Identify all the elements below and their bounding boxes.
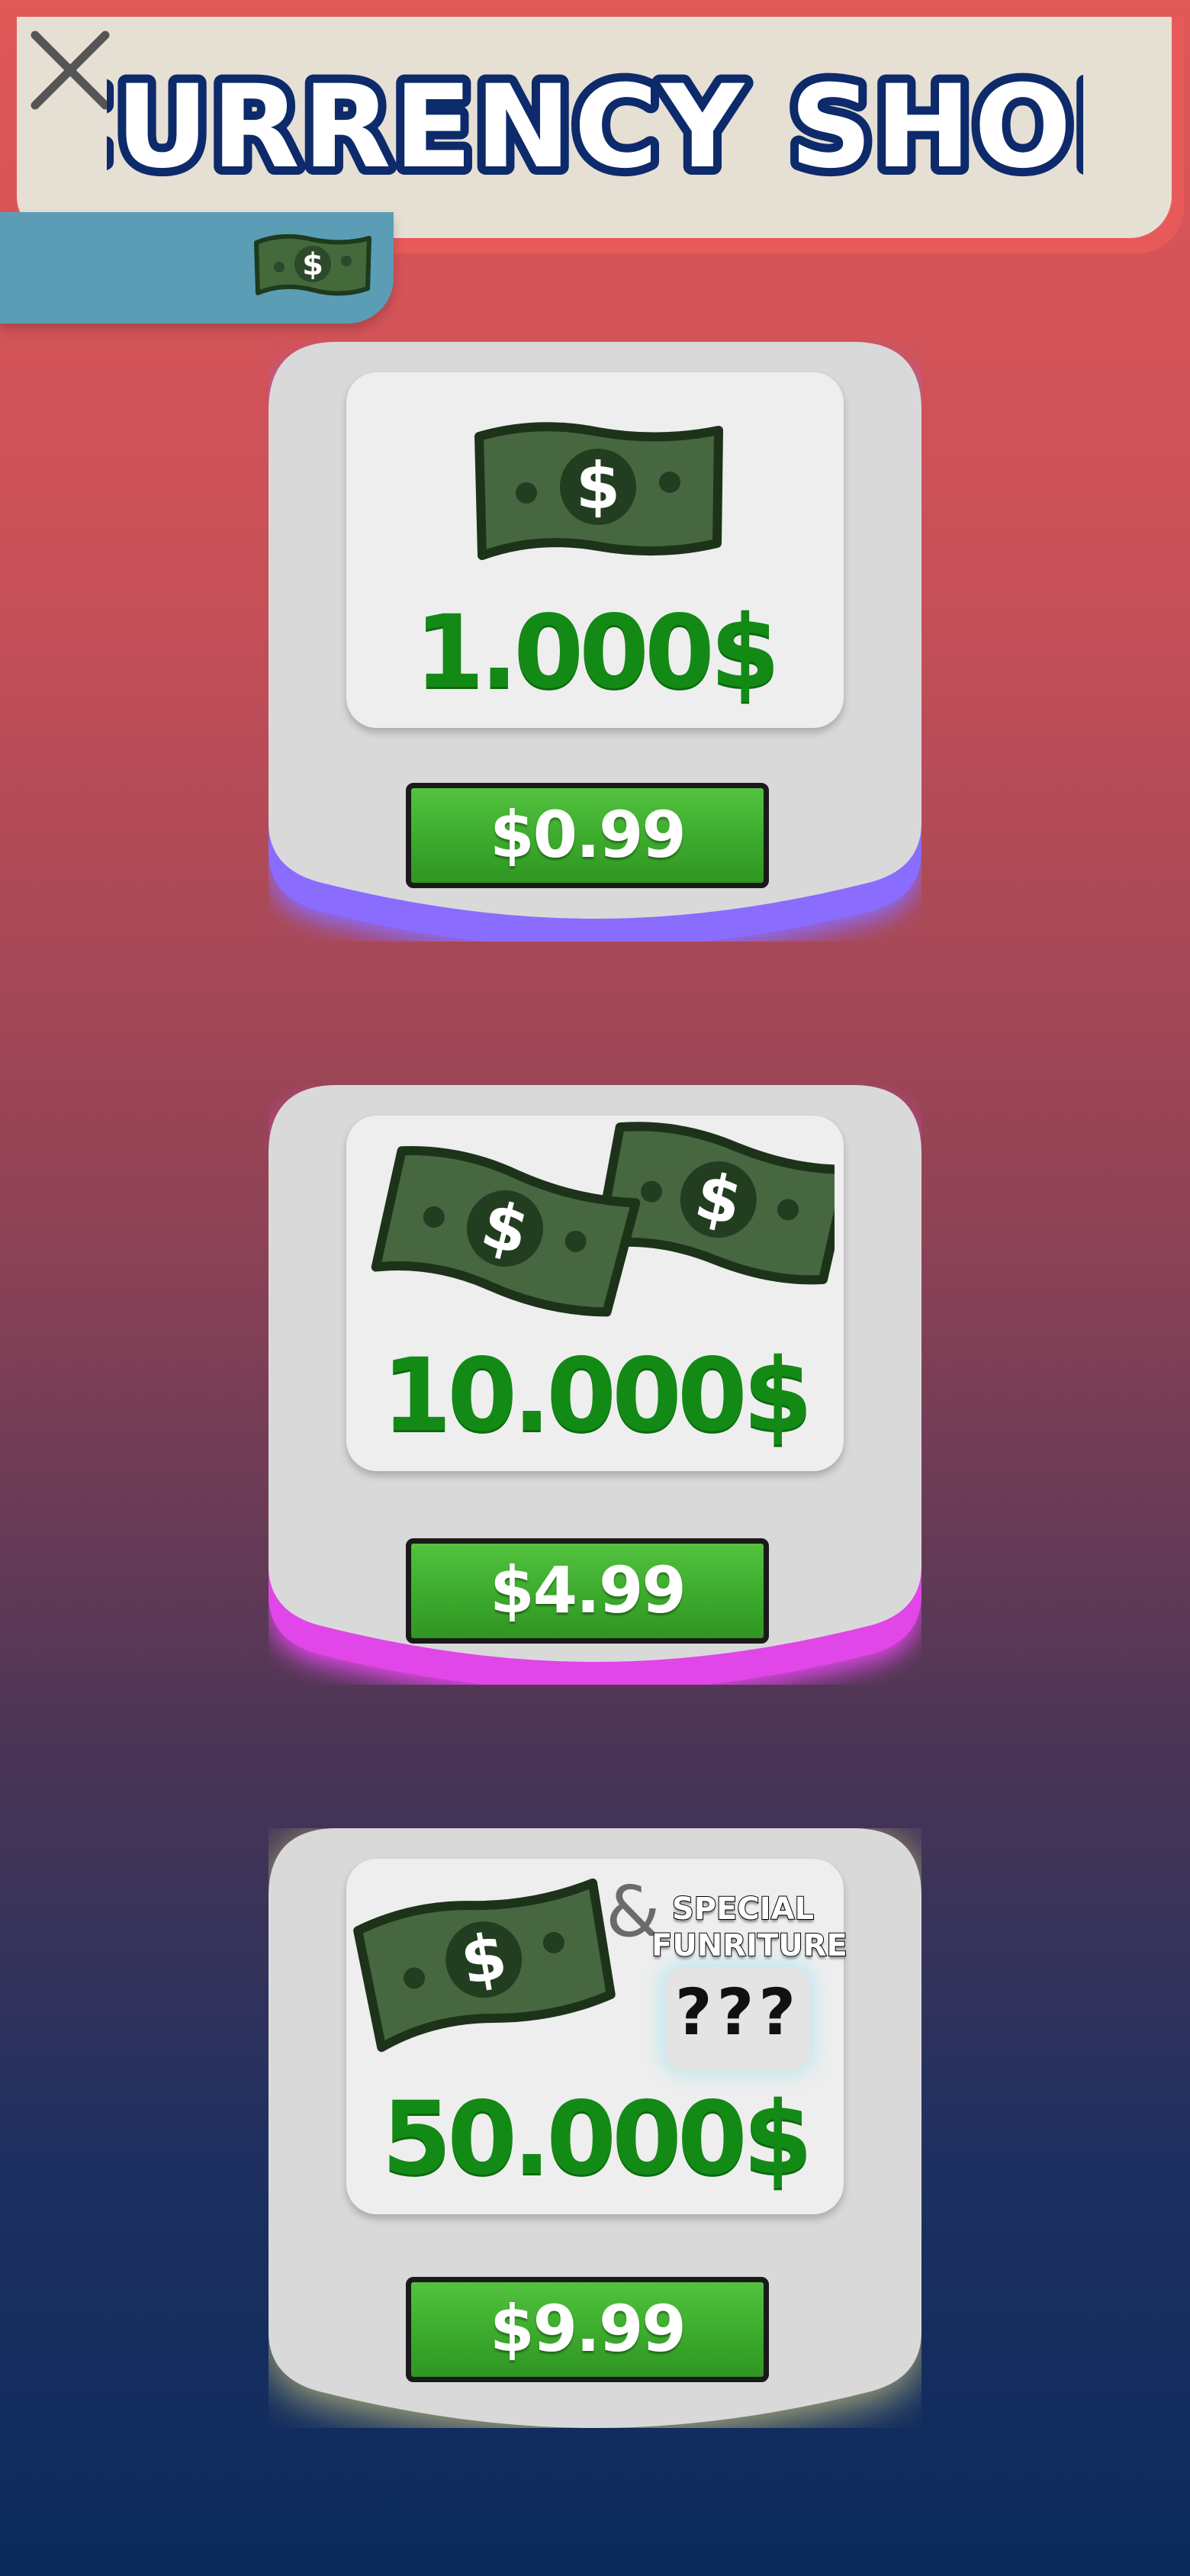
offer-card-1-panel: $ 1.000$ [346, 372, 844, 728]
page-title-text: CURRENCY SHOP [107, 61, 1083, 189]
buy-button-2[interactable]: $4.99 [406, 1538, 769, 1644]
offer-card-2-panel: $ $ 10.000$ [346, 1116, 844, 1471]
page-title: CURRENCY SHOP [107, 60, 1083, 189]
offer-card-1: $ 1.000$ $0.99 [269, 342, 921, 942]
bonus-label-line1: SPECIAL [671, 1891, 815, 1927]
close-icon[interactable] [27, 27, 113, 113]
offer-amount: 1.000$ [414, 594, 780, 711]
svg-text:$: $ [302, 247, 323, 282]
offer-card-3-panel: $ & SPECIAL FUNRITURE ??? 50.000$ [346, 1859, 848, 2214]
double-bill-icon: $ $ [371, 1122, 835, 1317]
mystery-text: ??? [674, 1975, 801, 2050]
bonus-label: SPECIAL FUNRITURE [651, 1891, 848, 1964]
mystery-furniture-box: ??? [665, 1967, 810, 2071]
offer-card-3: $ & SPECIAL FUNRITURE ??? 50.000$ $9.99 [269, 1828, 921, 2428]
bonus-label-line2: FUNRITURE [651, 1927, 848, 1964]
offer-amount: 50.000$ [381, 2080, 812, 2198]
single-bill-icon: $ [353, 1878, 616, 2053]
buy-button-1[interactable]: $0.99 [406, 783, 769, 888]
single-bill-icon: $ [474, 422, 723, 560]
cash-icon: $ [254, 233, 371, 296]
buy-button-3[interactable]: $9.99 [406, 2277, 769, 2382]
wallet-tab[interactable]: $ [0, 212, 394, 324]
offer-amount: 10.000$ [381, 1337, 812, 1454]
svg-text:$: $ [576, 449, 620, 523]
offer-card-2: $ $ 10.000$ $4.99 [269, 1085, 921, 1685]
